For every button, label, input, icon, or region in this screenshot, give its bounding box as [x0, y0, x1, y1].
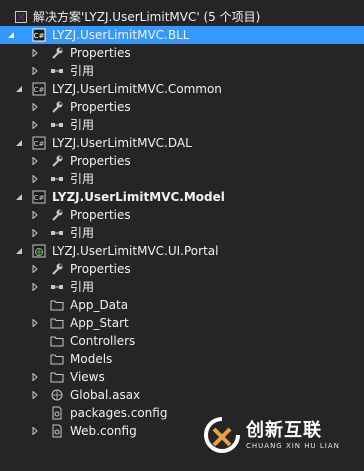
solution-icon	[14, 10, 28, 24]
references-icon	[50, 226, 64, 240]
project-common[interactable]: C# LYZJ.UserLimitMVC.Common	[0, 80, 364, 98]
item-label: Global.asax	[70, 388, 141, 402]
collapse-arrow-icon[interactable]	[14, 246, 24, 256]
references-icon	[50, 172, 64, 186]
expand-arrow-icon[interactable]	[30, 102, 40, 112]
properties-label: Properties	[70, 46, 131, 60]
expand-arrow-icon[interactable]	[30, 228, 40, 238]
globe-file-icon	[50, 388, 64, 402]
item-label: Controllers	[70, 334, 136, 348]
wrench-icon	[50, 262, 64, 276]
project-label: LYZJ.UserLimitMVC.Common	[52, 82, 222, 96]
expand-arrow-icon[interactable]	[30, 390, 40, 400]
item-label: packages.config	[70, 406, 168, 420]
folder-models[interactable]: Models	[0, 350, 364, 368]
watermark-sub-text: CHUANG XIN HU LIAN	[246, 442, 340, 450]
csharp-project-icon: C#	[32, 28, 46, 42]
web-project-icon	[32, 244, 46, 258]
expand-arrow-icon[interactable]	[30, 210, 40, 220]
project-label: LYZJ.UserLimitMVC.UI.Portal	[52, 244, 219, 258]
references-label: 引用	[70, 280, 95, 294]
expand-arrow-icon[interactable]	[30, 120, 40, 130]
csharp-project-icon: C#	[32, 82, 46, 96]
collapse-arrow-icon[interactable]	[14, 192, 24, 202]
wrench-icon	[50, 208, 64, 222]
references-label: 引用	[70, 226, 95, 240]
expand-arrow-icon[interactable]	[30, 156, 40, 166]
project-bll[interactable]: C# LYZJ.UserLimitMVC.BLL	[0, 26, 364, 44]
properties-node[interactable]: Properties	[0, 260, 364, 278]
collapse-arrow-icon[interactable]	[14, 138, 24, 148]
solution-label: 解决方案'LYZJ.UserLimitMVC' (5 个项目)	[33, 10, 261, 24]
config-file-icon	[50, 406, 64, 420]
references-label: 引用	[70, 64, 95, 78]
csharp-project-icon: C#	[32, 190, 46, 204]
references-node[interactable]: 引用	[0, 62, 364, 80]
svg-text:C#: C#	[34, 86, 45, 94]
properties-node[interactable]: Properties	[0, 98, 364, 116]
item-label: Web.config	[70, 424, 137, 438]
project-dal[interactable]: C# LYZJ.UserLimitMVC.DAL	[0, 134, 364, 152]
wrench-icon	[50, 100, 64, 114]
project-label: LYZJ.UserLimitMVC.DAL	[52, 136, 192, 150]
expand-arrow-icon[interactable]	[30, 282, 40, 292]
item-label: Views	[70, 370, 105, 384]
logo-icon	[202, 415, 242, 458]
properties-label: Properties	[70, 154, 131, 168]
references-label: 引用	[70, 118, 95, 132]
expand-arrow-icon[interactable]	[30, 426, 40, 436]
references-node[interactable]: 引用	[0, 278, 364, 296]
folder-icon	[50, 352, 64, 366]
folder-app-start[interactable]: App_Start	[0, 314, 364, 332]
item-label: App_Start	[70, 316, 129, 330]
project-label: LYZJ.UserLimitMVC.BLL	[52, 28, 190, 42]
collapse-arrow-icon[interactable]	[14, 84, 24, 94]
expand-arrow-icon[interactable]	[30, 66, 40, 76]
solution-node[interactable]: 解决方案'LYZJ.UserLimitMVC' (5 个项目)	[0, 8, 364, 26]
collapse-arrow-icon[interactable]	[6, 30, 16, 40]
folder-controllers[interactable]: Controllers	[0, 332, 364, 350]
watermark-logo: 创新互联 CHUANG XIN HU LIAN	[202, 411, 354, 461]
expand-arrow-icon[interactable]	[30, 264, 40, 274]
folder-icon	[50, 298, 64, 312]
project-label: LYZJ.UserLimitMVC.Model	[52, 190, 225, 204]
item-label: Models	[70, 352, 113, 366]
properties-label: Properties	[70, 208, 131, 222]
config-file-icon	[50, 424, 64, 438]
svg-text:C#: C#	[34, 140, 45, 148]
properties-label: Properties	[70, 100, 131, 114]
expand-arrow-icon[interactable]	[30, 48, 40, 58]
expand-arrow-icon[interactable]	[30, 372, 40, 382]
expand-arrow-icon[interactable]	[30, 318, 40, 328]
references-icon	[50, 118, 64, 132]
references-node[interactable]: 引用	[0, 224, 364, 242]
svg-text:C#: C#	[34, 32, 45, 40]
project-ui-portal[interactable]: LYZJ.UserLimitMVC.UI.Portal	[0, 242, 364, 260]
item-label: App_Data	[70, 298, 129, 312]
expand-arrow-icon[interactable]	[30, 174, 40, 184]
folder-icon	[50, 316, 64, 330]
csharp-project-icon: C#	[32, 136, 46, 150]
properties-node[interactable]: Properties	[0, 206, 364, 224]
project-model[interactable]: C# LYZJ.UserLimitMVC.Model	[0, 188, 364, 206]
folder-icon	[50, 370, 64, 384]
references-node[interactable]: 引用	[0, 170, 364, 188]
references-label: 引用	[70, 172, 95, 186]
wrench-icon	[50, 154, 64, 168]
folder-icon	[50, 334, 64, 348]
references-icon	[50, 280, 64, 294]
references-node[interactable]: 引用	[0, 116, 364, 134]
properties-node[interactable]: Properties	[0, 44, 364, 62]
svg-text:C#: C#	[34, 194, 45, 202]
properties-label: Properties	[70, 262, 131, 276]
wrench-icon	[50, 46, 64, 60]
properties-node[interactable]: Properties	[0, 152, 364, 170]
file-global-asax[interactable]: Global.asax	[0, 386, 364, 404]
watermark-main-text: 创新互联	[246, 420, 322, 441]
folder-views[interactable]: Views	[0, 368, 364, 386]
references-icon	[50, 64, 64, 78]
folder-app-data[interactable]: App_Data	[0, 296, 364, 314]
